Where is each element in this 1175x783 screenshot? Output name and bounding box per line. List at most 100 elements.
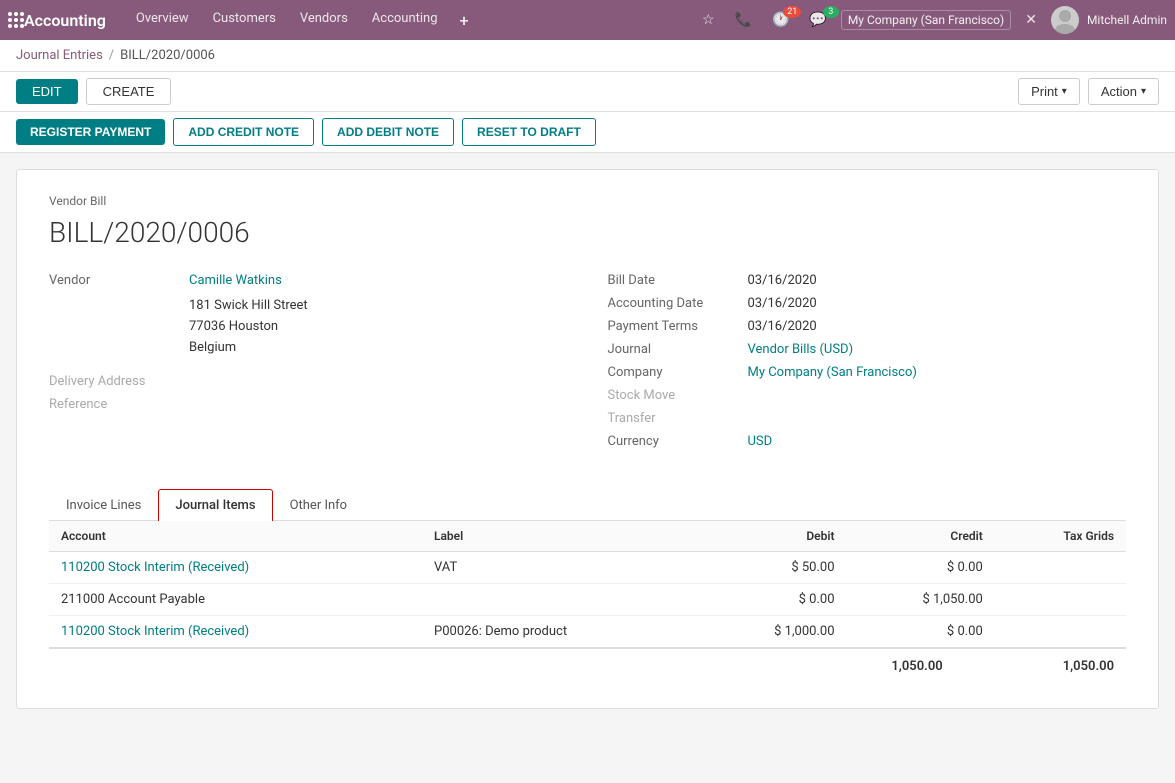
document-title: BILL/2020/0006 <box>49 216 1126 249</box>
transfer-label: Transfer <box>608 411 748 426</box>
add-credit-note-button[interactable]: ADD CREDIT NOTE <box>173 118 314 146</box>
tab-journal-items[interactable]: Journal Items <box>158 489 272 521</box>
journal-items-table: Account Label Debit Credit Tax Grids 110… <box>49 521 1126 648</box>
vendor-name[interactable]: Camille Watkins <box>189 273 282 288</box>
document-type: Vendor Bill <box>49 194 1126 208</box>
bill-date-field: Bill Date 03/16/2020 <box>608 273 1127 288</box>
main-content: Vendor Bill BILL/2020/0006 Vendor Camill… <box>0 153 1175 783</box>
reference-field: Reference <box>49 397 568 412</box>
company-label: Company <box>608 365 748 380</box>
bill-date-value: 03/16/2020 <box>748 273 817 288</box>
action-label: Action <box>1101 84 1137 99</box>
vendor-address-1: 181 Swick Hill Street <box>189 296 568 317</box>
clock-badge-container: 🕐 21 <box>766 12 795 28</box>
delivery-address-label: Delivery Address <box>49 374 189 389</box>
nav-vendors[interactable]: Vendors <box>290 7 358 34</box>
document-card: Vendor Bill BILL/2020/0006 Vendor Camill… <box>16 169 1159 709</box>
total-debit: 1,050.00 <box>891 659 942 674</box>
cell-debit: $ 50.00 <box>698 552 846 584</box>
vendor-label: Vendor <box>49 273 189 288</box>
close-icon[interactable]: ✕ <box>1019 10 1043 30</box>
cell-label: VAT <box>422 552 698 584</box>
bill-date-label: Bill Date <box>608 273 748 288</box>
document-left: Vendor Camille Watkins 181 Swick Hill St… <box>49 273 568 457</box>
col-credit: Credit <box>847 521 995 552</box>
app-title: Accounting <box>24 11 106 30</box>
tab-invoice-lines[interactable]: Invoice Lines <box>49 489 158 521</box>
edit-button[interactable]: EDIT <box>16 79 78 104</box>
print-button[interactable]: Print ▾ <box>1018 78 1080 105</box>
payment-terms-value: 03/16/2020 <box>748 319 817 334</box>
cell-debit: $ 1,000.00 <box>698 616 846 648</box>
company-selector[interactable]: My Company (San Francisco) <box>841 10 1011 30</box>
clock-badge: 21 <box>783 6 801 18</box>
journal-value[interactable]: Vendor Bills (USD) <box>748 342 854 357</box>
col-label: Label <box>422 521 698 552</box>
vendor-address-2: 77036 Houston <box>189 317 568 338</box>
star-icon[interactable]: ☆ <box>696 10 721 30</box>
accounting-date-field: Accounting Date 03/16/2020 <box>608 296 1127 311</box>
col-debit: Debit <box>698 521 846 552</box>
breadcrumb-separator: / <box>109 48 114 63</box>
cell-label: P00026: Demo product <box>422 616 698 648</box>
vendor-field: Vendor Camille Watkins <box>49 273 568 288</box>
add-debit-note-button[interactable]: ADD DEBIT NOTE <box>322 118 454 146</box>
nav-customers[interactable]: Customers <box>203 7 286 34</box>
secondary-action-bar: REGISTER PAYMENT ADD CREDIT NOTE ADD DEB… <box>0 112 1175 153</box>
top-navigation: Accounting Overview Customers Vendors Ac… <box>0 0 1175 40</box>
cell-account[interactable]: 110200 Stock Interim (Received) <box>49 616 422 648</box>
breadcrumb-current: BILL/2020/0006 <box>120 48 215 63</box>
breadcrumb: Journal Entries / BILL/2020/0006 <box>0 40 1175 72</box>
create-button[interactable]: CREATE <box>86 78 172 105</box>
print-label: Print <box>1031 84 1058 99</box>
stock-move-field: Stock Move <box>608 388 1127 403</box>
currency-field: Currency USD <box>608 434 1127 449</box>
chat-badge: 3 <box>823 6 839 18</box>
app-menu-icon[interactable] <box>8 12 24 28</box>
total-credit: 1,050.00 <box>1063 659 1114 674</box>
currency-value[interactable]: USD <box>748 434 773 449</box>
accounting-date-value: 03/16/2020 <box>748 296 817 311</box>
reset-to-draft-button[interactable]: RESET TO DRAFT <box>462 118 596 146</box>
cell-label <box>422 584 698 616</box>
user-avatar[interactable] <box>1051 6 1079 34</box>
journal-field: Journal Vendor Bills (USD) <box>608 342 1127 357</box>
tabs-bar: Invoice Lines Journal Items Other Info <box>49 489 1126 521</box>
document-body: Vendor Camille Watkins 181 Swick Hill St… <box>49 273 1126 457</box>
table-row: 110200 Stock Interim (Received) VAT $ 50… <box>49 552 1126 584</box>
nav-links: Overview Customers Vendors Accounting + <box>126 7 696 34</box>
stock-move-label: Stock Move <box>608 388 748 403</box>
tab-other-info[interactable]: Other Info <box>273 489 365 521</box>
cell-tax-grids <box>995 552 1126 584</box>
delivery-address-field: Delivery Address <box>49 374 568 389</box>
company-value[interactable]: My Company (San Francisco) <box>748 365 917 380</box>
payment-terms-field: Payment Terms 03/16/2020 <box>608 319 1127 334</box>
nav-add-icon[interactable]: + <box>452 7 477 34</box>
action-chevron-icon: ▾ <box>1141 86 1146 97</box>
document-right: Bill Date 03/16/2020 Accounting Date 03/… <box>608 273 1127 457</box>
breadcrumb-parent[interactable]: Journal Entries <box>16 48 103 63</box>
cell-credit: $ 0.00 <box>847 616 995 648</box>
nav-overview[interactable]: Overview <box>126 7 199 34</box>
journal-label: Journal <box>608 342 748 357</box>
cell-debit: $ 0.00 <box>698 584 846 616</box>
payment-terms-label: Payment Terms <box>608 319 748 334</box>
company-field: Company My Company (San Francisco) <box>608 365 1127 380</box>
nav-accounting[interactable]: Accounting <box>362 7 448 34</box>
cell-account[interactable]: 110200 Stock Interim (Received) <box>49 552 422 584</box>
user-name: Mitchell Admin <box>1087 13 1167 27</box>
action-bar: EDIT CREATE Print ▾ Action ▾ <box>0 72 1175 112</box>
phone-icon[interactable]: 📞 <box>729 10 758 30</box>
action-button[interactable]: Action ▾ <box>1088 78 1159 105</box>
register-payment-button[interactable]: REGISTER PAYMENT <box>16 119 165 145</box>
col-tax-grids: Tax Grids <box>995 521 1126 552</box>
accounting-date-label: Accounting Date <box>608 296 748 311</box>
cell-credit: $ 0.00 <box>847 552 995 584</box>
vendor-address-3: Belgium <box>189 338 568 359</box>
cell-credit: $ 1,050.00 <box>847 584 995 616</box>
transfer-field: Transfer <box>608 411 1127 426</box>
currency-label: Currency <box>608 434 748 449</box>
chat-badge-container: 💬 3 <box>803 12 832 28</box>
vendor-address: 181 Swick Hill Street 77036 Houston Belg… <box>189 296 568 358</box>
reference-label: Reference <box>49 397 189 412</box>
